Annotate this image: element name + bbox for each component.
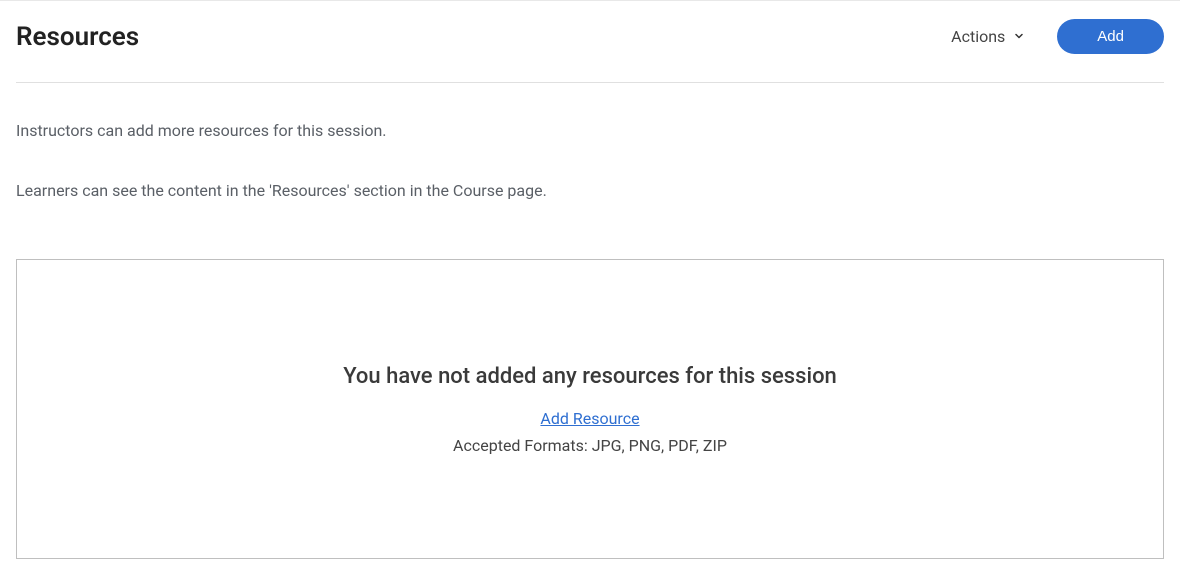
page-header: Resources Actions Add <box>16 19 1164 83</box>
add-button[interactable]: Add <box>1057 19 1164 54</box>
resources-page: Resources Actions Add Instructors can ad… <box>0 1 1180 575</box>
description-block: Instructors can add more resources for t… <box>16 119 1164 203</box>
header-actions: Actions Add <box>951 19 1164 54</box>
empty-state-box: You have not added any resources for thi… <box>16 259 1164 559</box>
actions-dropdown[interactable]: Actions <box>951 27 1025 46</box>
description-line-2: Learners can see the content in the 'Res… <box>16 179 1164 203</box>
actions-label: Actions <box>951 27 1005 46</box>
chevron-down-icon <box>1013 27 1025 46</box>
accepted-formats: Accepted Formats: JPG, PNG, PDF, ZIP <box>453 436 727 455</box>
description-line-1: Instructors can add more resources for t… <box>16 119 1164 143</box>
page-title: Resources <box>16 22 139 52</box>
empty-state-message: You have not added any resources for thi… <box>343 364 837 389</box>
add-resource-link[interactable]: Add Resource <box>540 409 639 428</box>
